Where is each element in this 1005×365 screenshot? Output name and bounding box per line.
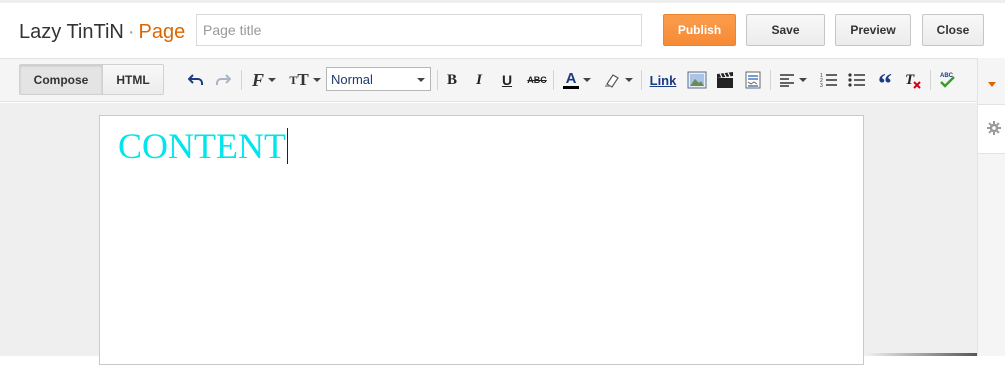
editor-header: Lazy TinTiN·Page Publish Save Preview Cl… xyxy=(0,3,1005,58)
italic-icon[interactable]: I xyxy=(470,70,488,90)
editor-toolbar: Compose HTML F TT Normal B I U ABC A Lin… xyxy=(0,58,977,102)
blog-title: Lazy TinTiN · Page xyxy=(19,21,185,44)
link-button[interactable]: Link xyxy=(647,70,679,90)
font-size-icon[interactable]: TT xyxy=(288,70,322,90)
toolbar-divider xyxy=(770,70,771,90)
remove-formatting-icon[interactable]: T xyxy=(902,70,924,90)
gear-icon xyxy=(987,121,1001,135)
undo-icon[interactable] xyxy=(186,70,206,90)
publish-button[interactable]: Publish xyxy=(663,14,736,46)
underline-icon[interactable]: U xyxy=(498,70,516,90)
title-separator: · xyxy=(127,21,135,43)
alignment-icon[interactable] xyxy=(777,70,809,90)
blog-name: Lazy TinTiN xyxy=(19,21,124,43)
toolbar-divider xyxy=(930,70,931,90)
bold-icon[interactable]: B xyxy=(443,70,461,90)
highlight-icon[interactable] xyxy=(602,70,634,90)
toolbar-divider xyxy=(553,70,554,90)
content-text: CONTENT xyxy=(118,126,286,166)
toolbar-divider xyxy=(241,70,242,90)
save-button[interactable]: Save xyxy=(746,14,825,46)
close-button[interactable]: Close xyxy=(922,14,984,46)
sidebar-toggle-icon[interactable] xyxy=(988,82,996,87)
quote-icon[interactable]: “ xyxy=(874,70,896,99)
toolbar-divider xyxy=(437,70,438,90)
html-mode-button[interactable]: HTML xyxy=(102,64,164,95)
chevron-down-icon xyxy=(417,78,425,82)
insert-image-icon[interactable] xyxy=(686,70,708,90)
format-value: Normal xyxy=(331,71,373,87)
redo-icon[interactable] xyxy=(213,70,233,90)
content-editor[interactable]: CONTENT xyxy=(99,115,864,365)
svg-text:T: T xyxy=(905,72,915,88)
strikethrough-icon[interactable]: ABC xyxy=(526,70,548,90)
insert-jump-break-icon[interactable] xyxy=(742,70,764,90)
spellcheck-icon[interactable]: ABC xyxy=(936,70,958,90)
page-title-input[interactable] xyxy=(196,14,642,46)
compose-mode-button[interactable]: Compose xyxy=(19,64,103,95)
settings-panel-toggle[interactable] xyxy=(978,104,1005,154)
text-color-icon[interactable]: A xyxy=(561,70,593,90)
svg-text:3: 3 xyxy=(820,83,823,88)
preview-button[interactable]: Preview xyxy=(835,14,911,46)
editor-text[interactable]: CONTENT xyxy=(118,125,288,167)
font-family-icon[interactable]: F xyxy=(248,70,280,90)
text-cursor xyxy=(286,128,288,164)
editor-canvas: CONTENT xyxy=(0,103,977,365)
toolbar-divider xyxy=(641,70,642,90)
numbered-list-icon[interactable]: 123 xyxy=(818,70,840,90)
link-label: Link xyxy=(649,72,677,88)
paragraph-format-select[interactable]: Normal xyxy=(326,67,431,91)
insert-video-icon[interactable] xyxy=(714,70,736,90)
right-sidebar xyxy=(977,58,1005,356)
bulleted-list-icon[interactable] xyxy=(846,70,868,90)
section-label: Page xyxy=(138,21,186,43)
